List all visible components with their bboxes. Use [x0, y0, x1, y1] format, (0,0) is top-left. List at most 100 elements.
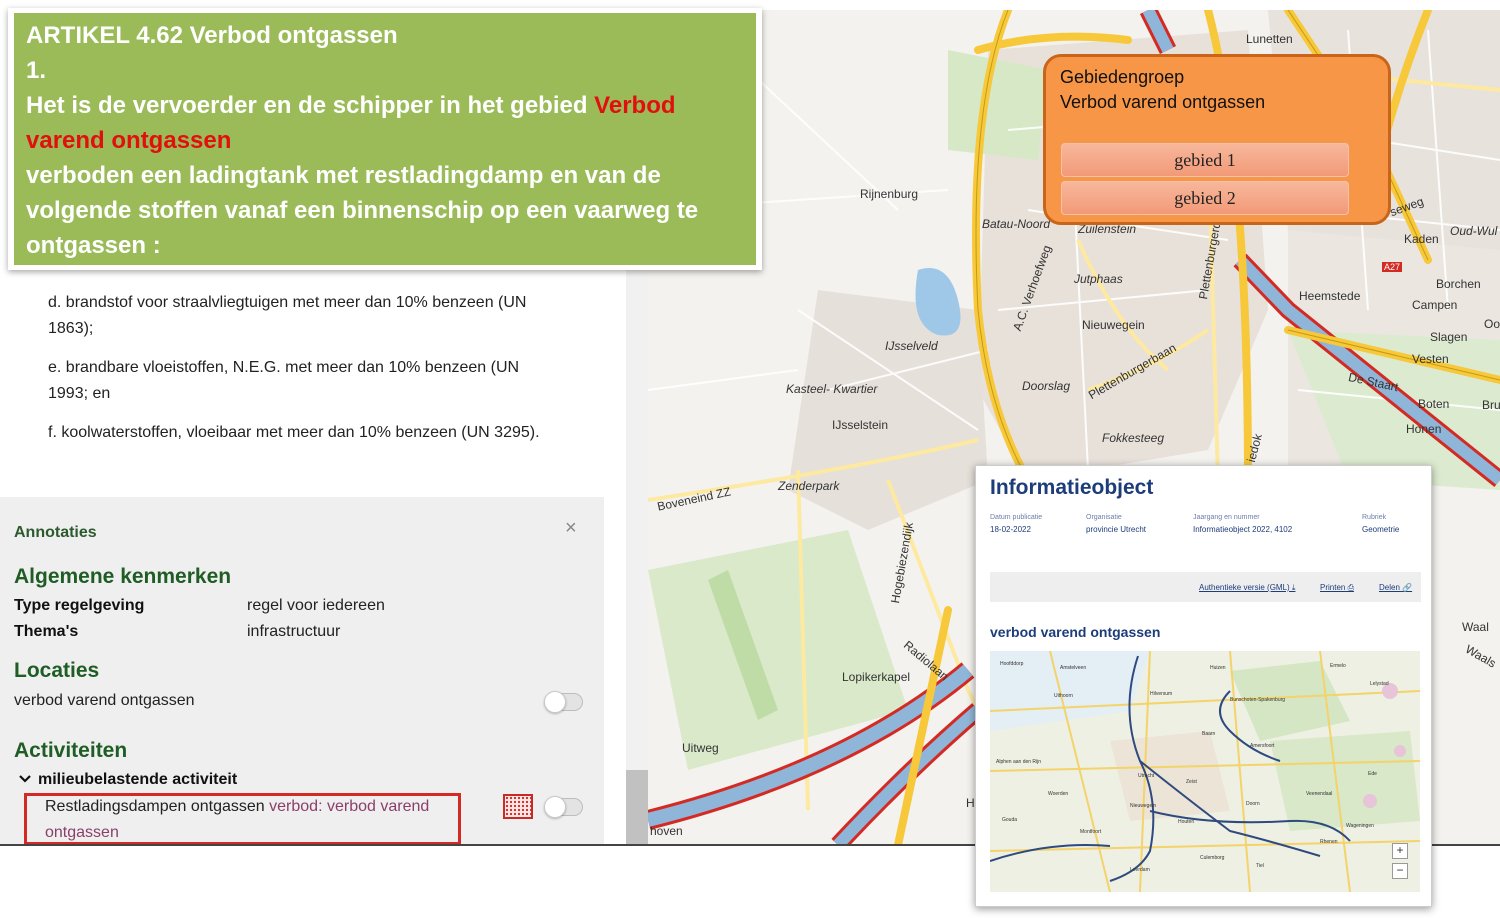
mini-label-montfoort: Montfoort	[1080, 829, 1102, 835]
mini-label-nieuwegein: Nieuwegein	[1130, 803, 1157, 809]
mini-label-alphen: Alphen aan den Rijn	[996, 759, 1042, 765]
article-text: ARTIKEL 4.62 Verbod ontgassen 1. Het is …	[26, 18, 750, 263]
article-heading: ARTIKEL 4.62 Verbod ontgassen	[26, 22, 398, 49]
locations-heading: Locaties	[14, 659, 100, 682]
mini-label-hoofddorp: Hoofddorp	[1000, 661, 1024, 667]
article-number: 1.	[26, 57, 47, 84]
meta-org-value: provincie Utrecht	[1086, 525, 1147, 534]
mini-label-leerdam: Leerdam	[1130, 867, 1150, 873]
area-group-title: Gebiedengroep Verbod varend ontgassen	[1060, 65, 1265, 115]
meta-year-number: Jaargang en nummer Informatieobject 2022…	[1193, 514, 1292, 534]
activity-toggle[interactable]	[544, 796, 583, 818]
map-label-vesten: Vesten	[1412, 352, 1449, 366]
map-label-batau: Batau-Noord	[982, 217, 1051, 231]
article-text-before: Het is de vervoerder en de schipper in h…	[26, 92, 595, 119]
map-label-boten: Boten	[1418, 397, 1450, 411]
zoom-out-button[interactable]: −	[1392, 863, 1408, 879]
mini-label-doorn: Doorn	[1246, 801, 1260, 807]
map-label-doorslag: Doorslag	[1022, 379, 1071, 393]
mini-label-culemborg: Culemborg	[1200, 855, 1225, 861]
map-label-a27: A27	[1382, 262, 1403, 272]
document-scrollbar-thumb[interactable]	[626, 770, 648, 845]
info-object-title: Informatieobject	[990, 476, 1154, 499]
hatched-area-icon	[503, 794, 533, 819]
map-label-slagen: Slagen	[1430, 330, 1468, 344]
type-regelgeving-value: regel voor iedereen	[247, 597, 385, 614]
toggle-knob	[544, 691, 566, 713]
map-label-honen: Honen	[1406, 422, 1442, 436]
general-features-heading: Algemene kenmerken	[14, 565, 232, 588]
mini-label-woerden: Woerden	[1048, 791, 1069, 797]
info-action-bar: Authentieke versie (GML) ⤓ Printen ⎙ Del…	[990, 572, 1421, 602]
area-group-callout: Gebiedengroep Verbod varend ontgassen ge…	[1043, 54, 1391, 225]
mini-label-zeist: Zeist	[1186, 779, 1197, 785]
area-2-button[interactable]: gebied 2	[1061, 181, 1349, 215]
list-item-d: d. brandstof voor straalvliegtuigen met …	[48, 294, 527, 337]
themes-value: infrastructuur	[247, 623, 341, 640]
meta-rubric-value: Geometrie	[1362, 525, 1400, 534]
download-gml-link[interactable]: Authentieke versie (GML) ⤓	[1199, 583, 1295, 593]
map-label-waal: Waal	[1462, 620, 1489, 634]
annotations-panel: Annotaties × Algemene kenmerken Type reg…	[0, 497, 604, 845]
location-toggle[interactable]	[544, 691, 583, 713]
info-object-map[interactable]: Hoofddorp Amstelveen Uithoorn Hilversum …	[990, 651, 1420, 892]
activity-label: Restladingsdampen ontgassen	[45, 798, 270, 815]
mini-label-gouda: Gouda	[1002, 817, 1018, 823]
map-label-ijsselveld: IJsselveld	[885, 339, 938, 353]
article-callout: ARTIKEL 4.62 Verbod ontgassen 1. Het is …	[8, 8, 762, 270]
mini-label-veenendaal: Veenendaal	[1306, 791, 1333, 797]
mini-label-ermelo: Ermelo	[1330, 663, 1346, 669]
meta-date-value: 18-02-2022	[990, 525, 1031, 534]
mini-label-houten: Houten	[1178, 819, 1195, 825]
share-link[interactable]: Delen 🔗	[1379, 583, 1412, 592]
map-label-campen: Campen	[1412, 298, 1458, 312]
mini-label-amstelveen: Amstelveen	[1060, 665, 1087, 671]
article-callout-body: ARTIKEL 4.62 Verbod ontgassen 1. Het is …	[14, 13, 756, 265]
toggle-knob	[544, 796, 566, 818]
activity-group-label: milieubelastende activiteit	[38, 771, 238, 788]
mini-label-baarn: Baarn	[1202, 731, 1216, 737]
map-label-ijsselstein: IJsselstein	[832, 418, 889, 432]
map-label-kasteel: Kasteel- Kwartier	[786, 382, 878, 396]
mini-label-hilversum: Hilversum	[1150, 691, 1173, 697]
mini-label-huizen: Huizen	[1210, 665, 1226, 671]
activity-item: Restladingsdampen ontgassen verbod: verb…	[45, 794, 457, 846]
mini-label-amersfoort: Amersfoort	[1250, 743, 1275, 749]
list-item-f: f. koolwaterstoffen, vloeibaar met meer …	[48, 424, 540, 441]
zoom-in-button[interactable]: +	[1392, 843, 1408, 859]
meta-organisation: Organisatie provincie Utrecht	[1086, 514, 1146, 534]
area-1-button[interactable]: gebied 1	[1061, 143, 1349, 177]
meta-publication-date: Datum publicatie 18-02-2022	[990, 514, 1042, 534]
article-paragraph: Het is de vervoerder en de schipper in h…	[26, 88, 750, 158]
activities-heading: Activiteiten	[14, 739, 128, 762]
meta-rubric-label: Rubriek	[1362, 514, 1387, 521]
map-label-rijnenburg: Rijnenburg	[860, 187, 919, 201]
meta-year-label: Jaargang en nummer	[1193, 514, 1260, 521]
area-group-title-line2: Verbod varend ontgassen	[1060, 92, 1266, 112]
close-icon[interactable]: ×	[565, 517, 577, 540]
mini-label-wageningen: Wageningen	[1346, 823, 1374, 829]
print-link[interactable]: Printen ⎙	[1320, 583, 1354, 593]
map-label-nieuwegein: Nieuwegein	[1082, 318, 1145, 332]
themes-label: Thema's	[14, 623, 79, 640]
mini-label-rhenen: Rhenen	[1320, 839, 1338, 845]
map-label-fokkesteeg: Fokkesteeg	[1102, 431, 1165, 445]
mini-label-bunschoten: Bunschoten-Spakenburg	[1230, 697, 1286, 703]
document-scrollbar[interactable]	[626, 270, 648, 845]
info-object-subtitle: verbod varend ontgassen	[990, 624, 1161, 640]
map-label-h: H	[966, 796, 975, 810]
map-label-kaden: Kaden	[1404, 232, 1439, 246]
article-text-after: verboden een ladingtank met restladingda…	[26, 162, 699, 259]
area-group-title-line1: Gebiedengroep	[1060, 67, 1185, 87]
mini-label-tiel: Tiel	[1256, 863, 1264, 869]
meta-rubric: Rubriek Geometrie	[1362, 514, 1399, 534]
map-label-oudwul: Oud-Wul	[1450, 224, 1498, 238]
activity-group-row[interactable]: milieubelastende activiteit	[18, 771, 237, 789]
map-label-bru: Bru	[1482, 398, 1500, 412]
annotations-title: Annotaties	[14, 524, 97, 541]
map-label-zenderpark: Zenderpark	[778, 479, 840, 493]
list-item-e: e. brandbare vloeistoffen, N.E.G. met me…	[48, 359, 520, 402]
map-label-lopikerkapel: Lopikerkapel	[842, 670, 911, 684]
chevron-down-icon	[18, 771, 38, 789]
location-item: verbod varend ontgassen	[14, 692, 195, 709]
